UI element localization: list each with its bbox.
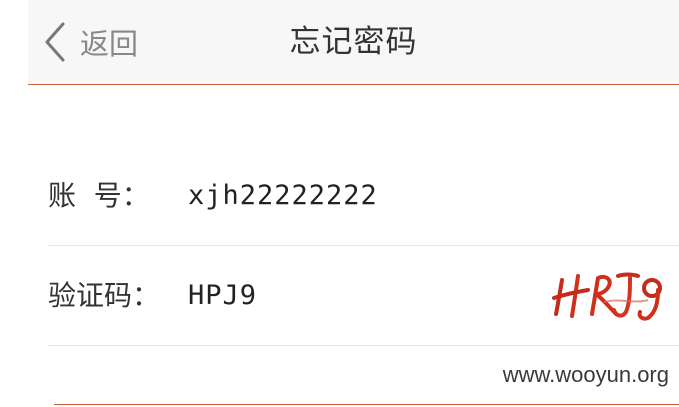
captcha-input[interactable]: HPJ9 [188, 246, 257, 346]
account-label: 账 号： [48, 179, 150, 212]
forgot-password-screen: 返回 忘记密码 账 号： xjh22222222 验证码： HPJ9 www.w [0, 0, 679, 407]
captcha-row: 验证码： HPJ9 [48, 246, 679, 346]
captcha-label: 验证码： [48, 279, 161, 312]
watermark: www.wooyun.org [502, 362, 669, 387]
divider [54, 404, 679, 405]
account-row: 账 号： xjh22222222 [48, 146, 679, 246]
account-input[interactable]: xjh22222222 [188, 146, 378, 246]
nav-bar: 返回 忘记密码 [28, 0, 679, 85]
page-title: 忘记密码 [289, 24, 418, 60]
captcha-image[interactable] [548, 262, 668, 328]
